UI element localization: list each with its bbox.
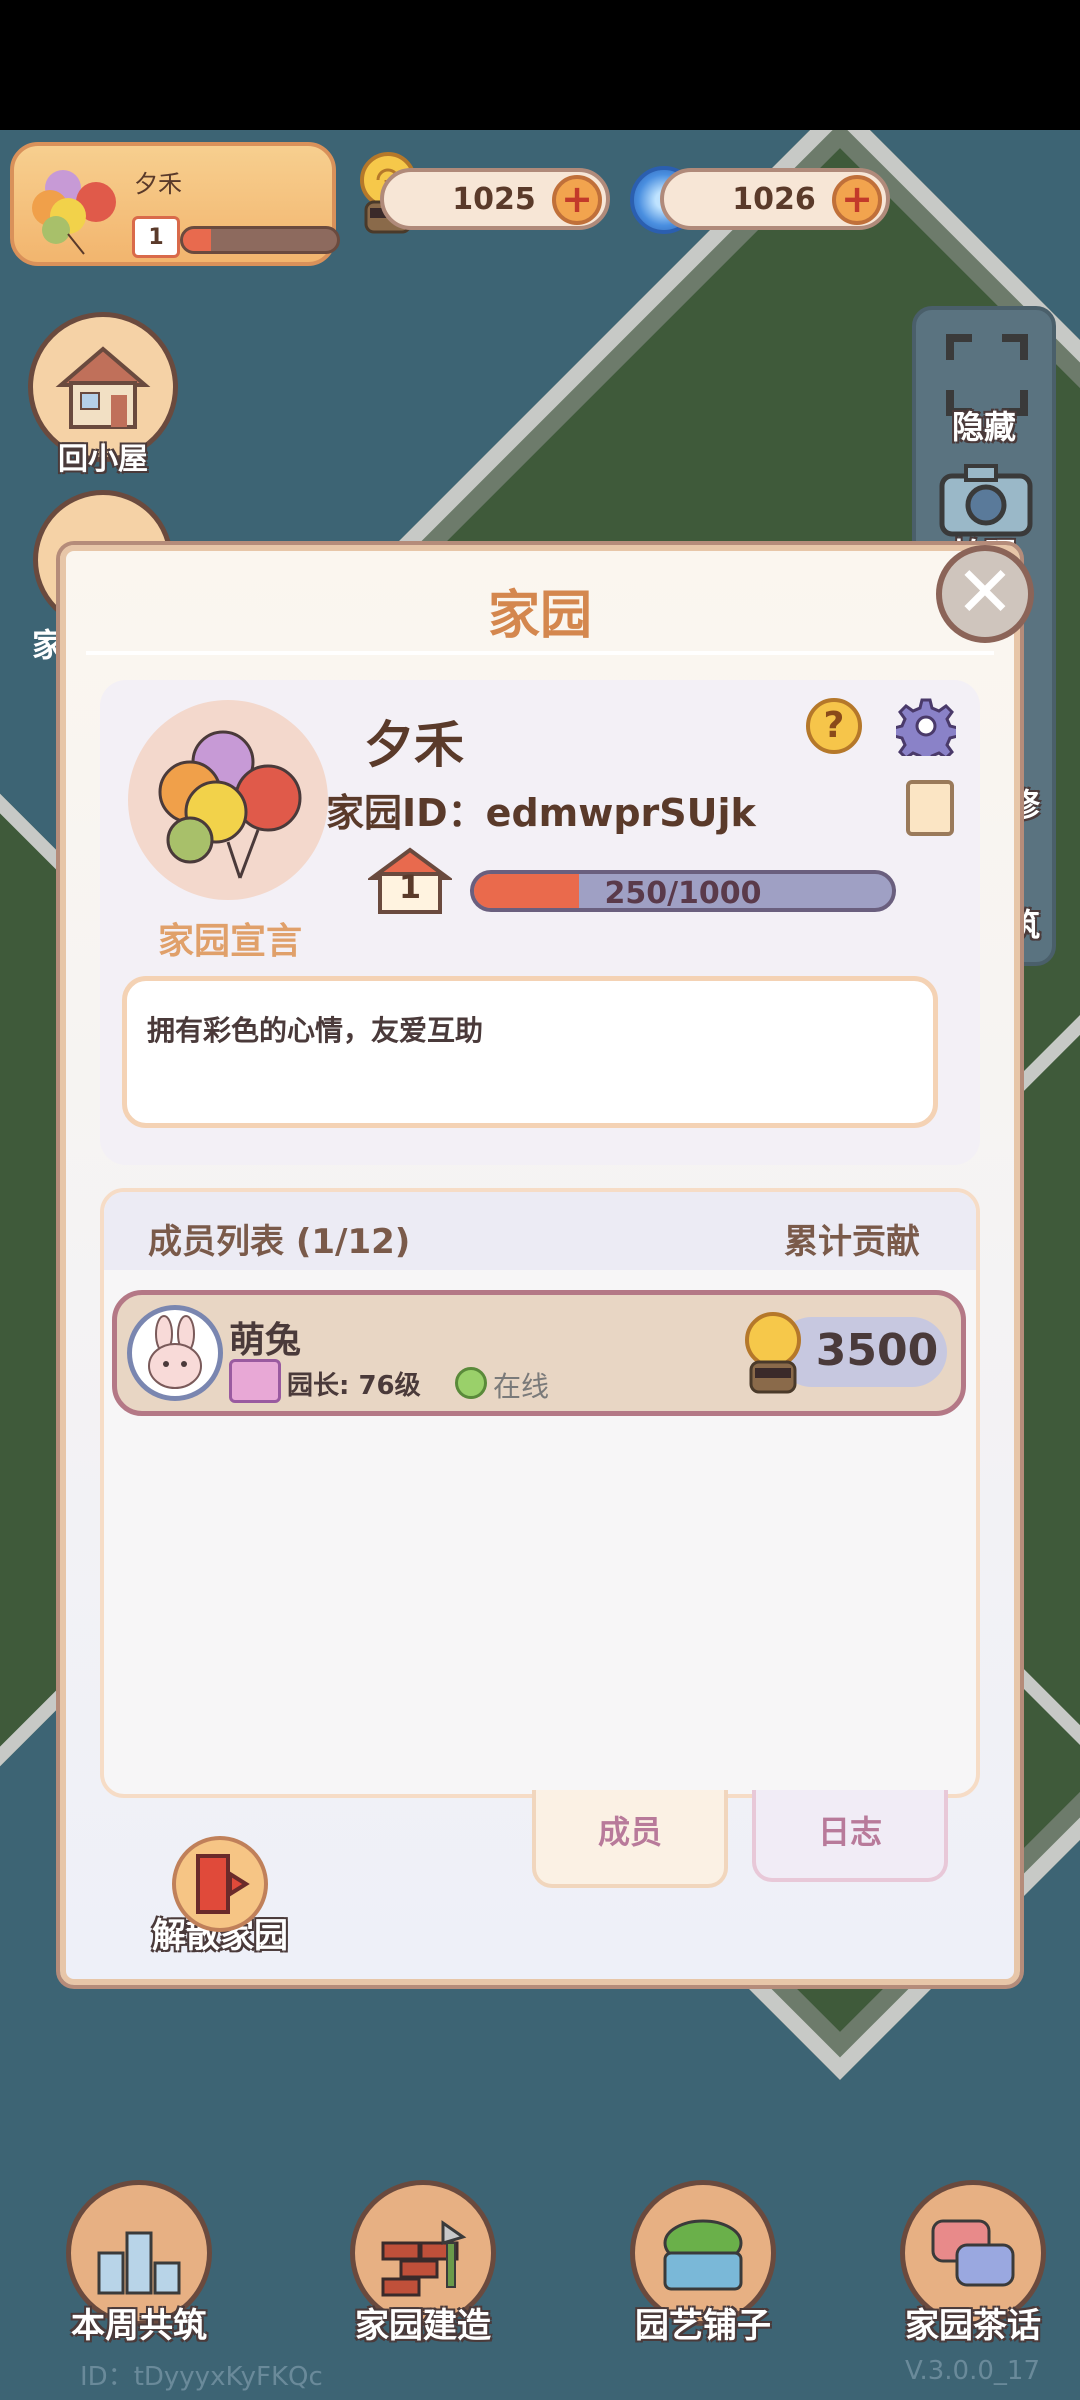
title-divider (86, 651, 994, 655)
manifesto-text[interactable]: 拥有彩色的心情，友爱互助 (122, 976, 938, 1128)
snail-currency-value: 1025 (452, 182, 536, 217)
exit-icon (196, 1854, 250, 1914)
podium-icon (97, 2231, 181, 2295)
modal-title: 家园 (487, 586, 592, 646)
swirl-currency-value: 1026 (732, 182, 816, 217)
weekly-build-button[interactable]: 本周共筑 (44, 2180, 234, 2347)
home-id: 家园ID：edmwprSUjk (326, 791, 756, 835)
member-list-header: 成员列表 (1/12) 累计贡献 (104, 1192, 976, 1270)
hide-label: 隐藏 (951, 408, 1016, 446)
home-name: 夕禾 (364, 716, 464, 774)
member-name: 萌兔 (229, 1320, 302, 1361)
exit-door-icon (172, 1836, 268, 1932)
profile-chip[interactable]: 夕禾 1 (10, 142, 340, 266)
bunny-icon (148, 1315, 202, 1389)
profile-level-icon: 1 (132, 216, 180, 258)
chat-bubble-icon (931, 2219, 1015, 2287)
profile-level-fill (183, 229, 211, 251)
garden-shop-label: 园艺铺子 (635, 2306, 771, 2346)
member-status: 在线 (493, 1370, 550, 1403)
status-bar-area (0, 0, 1080, 130)
tab-members[interactable]: 成员 (532, 1790, 728, 1888)
home-level: 1 (398, 868, 422, 906)
profile-level-bar (180, 226, 340, 254)
balloon-avatar-icon (32, 170, 116, 255)
disband-home-button[interactable]: 解散家园 (120, 1836, 320, 1957)
balloon-icon (158, 730, 302, 879)
back-home-label: 回小屋 (58, 442, 148, 477)
home-chat-button[interactable]: 家园茶话 (878, 2180, 1068, 2347)
home-exp-bar: 250/1000 (470, 870, 896, 912)
garden-shop-button[interactable]: 园艺铺子 (608, 2180, 798, 2347)
manifesto-label: 家园宣言 (157, 921, 302, 962)
home-chat-label: 家园茶话 (905, 2306, 1041, 2346)
snail-currency: 1025 + (380, 168, 610, 230)
tab-log[interactable]: 日志 (752, 1790, 948, 1882)
add-snail-currency-button[interactable]: + (552, 175, 602, 225)
member-list-card: 成员列表 (1/12) 累计贡献 (100, 1188, 980, 1798)
online-status-icon (455, 1367, 487, 1399)
house-icon (55, 346, 151, 429)
app-version: V.3.0.0_17 (905, 2356, 1040, 2386)
gear-icon[interactable] (896, 696, 956, 756)
camera-icon[interactable] (936, 460, 1036, 540)
add-swirl-currency-button[interactable]: + (832, 175, 882, 225)
home-build-label: 家园建造 (355, 2306, 491, 2346)
avatar (127, 1305, 223, 1401)
flower-pot-icon (663, 2219, 743, 2291)
home-avatar (128, 700, 328, 900)
back-home-button[interactable]: 回小屋 (28, 312, 178, 478)
copy-id-icon[interactable] (906, 780, 954, 836)
member-role: 园长: 76级 (287, 1371, 421, 1401)
member-list-title: 成员列表 (1/12) (148, 1222, 411, 1262)
contribution-column-header: 累计贡献 (784, 1222, 920, 1262)
crown-icon (229, 1359, 281, 1403)
help-icon[interactable]: ? (806, 698, 862, 754)
home-build-button[interactable]: 家园建造 (328, 2180, 518, 2347)
member-contribution: 3500 (815, 1325, 939, 1376)
brick-trowel-icon (381, 2220, 467, 2297)
profile-name: 夕禾 (134, 170, 182, 198)
close-button[interactable]: ✕ (936, 545, 1034, 643)
player-id: ID：tDyyyxKyFKQc (80, 2362, 323, 2392)
swirl-currency: 1026 + (660, 168, 890, 230)
home-exp-text: 250/1000 (604, 876, 762, 911)
table-row[interactable]: 萌兔 园长: 76级 在线 3500 (112, 1290, 966, 1416)
weekly-build-label: 本周共筑 (71, 2306, 207, 2346)
